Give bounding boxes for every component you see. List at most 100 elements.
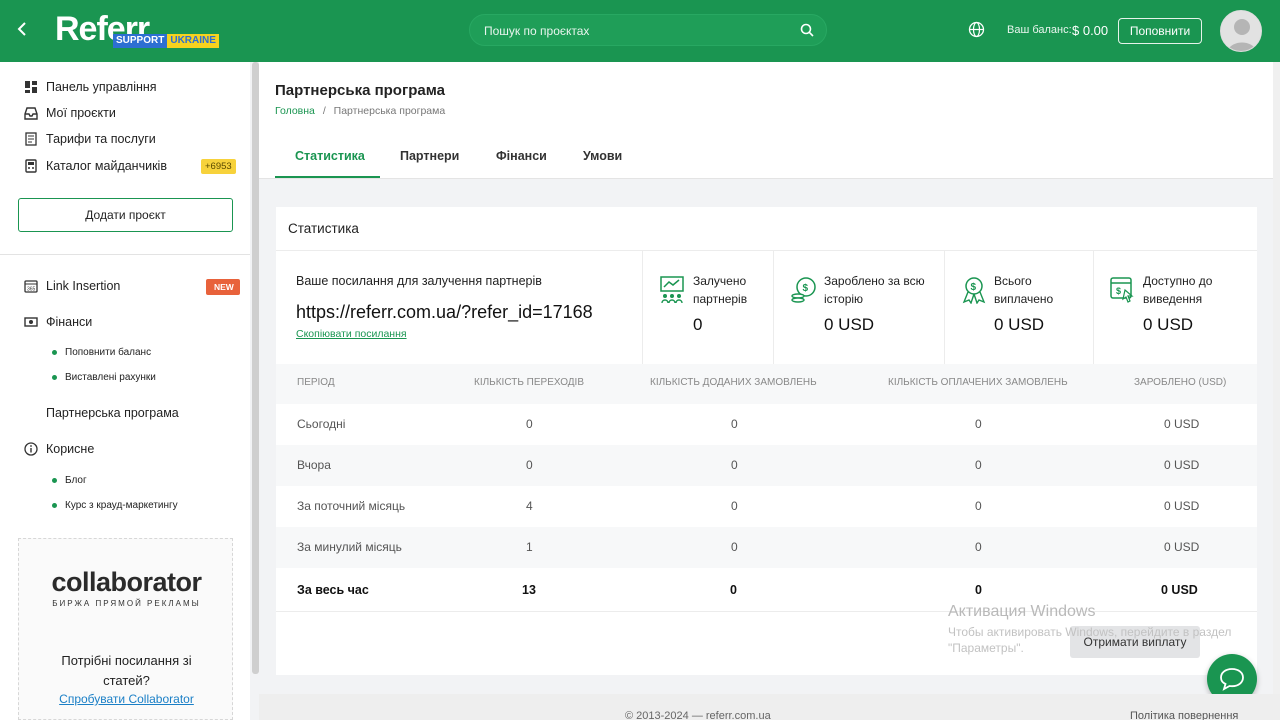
table-total-row bbox=[276, 568, 1257, 609]
sidebar-item-label: Фінанси bbox=[46, 315, 93, 329]
table-cell: 0 bbox=[526, 417, 533, 431]
table-row bbox=[276, 527, 1257, 568]
promo-question: Потрібні посилання зі статей? bbox=[61, 653, 192, 688]
catalog-icon bbox=[24, 159, 38, 173]
support-ukraine-badge: SUPPORT UKRAINE bbox=[113, 34, 219, 48]
table-cell: 0 USD bbox=[1164, 417, 1200, 431]
balance-value: $ 0.00 bbox=[1072, 23, 1109, 38]
stat-label: Всього виплачено bbox=[994, 272, 1053, 308]
stat-value: 0 USD bbox=[994, 315, 1045, 334]
table-cell: За поточний місяць bbox=[297, 499, 406, 513]
ref-link-value: https://referr.com.ua/?refer_id=17168 bbox=[296, 302, 593, 322]
globe-icon[interactable] bbox=[968, 21, 985, 41]
column-header: Кількість оплачених замовлень bbox=[888, 377, 1068, 388]
table-cell: 0 bbox=[975, 417, 982, 431]
windows-watermark-text: Чтобы активировать Windows, перейдите в … bbox=[948, 624, 1248, 656]
sidebar-item-dashboard[interactable]: Панель управління bbox=[24, 80, 157, 94]
table-cell: 0 bbox=[975, 458, 982, 472]
table-cell: 4 bbox=[526, 499, 533, 513]
back-arrow-icon[interactable] bbox=[16, 20, 28, 44]
sidebar-item-projects[interactable]: Мої проєкти bbox=[24, 106, 116, 120]
page-title: Партнерська програма bbox=[275, 82, 445, 99]
sidebar-divider bbox=[0, 254, 250, 255]
search-input[interactable]: Пошук по проєктах bbox=[469, 14, 827, 46]
footer-refund-link[interactable]: Політика повернення bbox=[1130, 710, 1238, 720]
add-project-button[interactable]: Додати проєкт bbox=[18, 198, 233, 232]
stat-divider bbox=[1093, 251, 1094, 364]
stat-value: 0 USD bbox=[824, 315, 875, 334]
table-cell: 0 bbox=[731, 540, 738, 554]
stat-label-line2: партнерів bbox=[693, 292, 748, 306]
column-header: Період bbox=[297, 377, 335, 388]
chat-bubble-icon bbox=[1220, 668, 1244, 691]
referr-logo[interactable]: Referr SUPPORT UKRAINE bbox=[55, 10, 225, 50]
collaborator-promo: collaborator БИРЖА ПРЯМОЙ РЕКЛАМЫ Потріб… bbox=[18, 538, 233, 720]
stat-label-line1: Доступно до bbox=[1143, 274, 1213, 288]
table-cell: 0 bbox=[731, 499, 738, 513]
sidebar-item-link-insertion[interactable]: 365 Link Insertion bbox=[24, 279, 120, 293]
tab-terms[interactable]: Умови bbox=[583, 149, 622, 163]
breadcrumb: Головна / Партнерська програма bbox=[275, 105, 445, 117]
breadcrumb-home-link[interactable]: Головна bbox=[275, 105, 315, 117]
table-cell: 0 USD bbox=[1164, 499, 1200, 513]
sidebar-item-useful[interactable]: Корисне bbox=[24, 442, 94, 456]
search-icon[interactable] bbox=[800, 23, 814, 40]
sidebar-scrollbar[interactable] bbox=[252, 62, 259, 674]
table-cell: 1 bbox=[526, 540, 533, 554]
calendar-icon: 365 bbox=[24, 279, 38, 293]
table-divider bbox=[276, 611, 1257, 612]
watermark-line1: Чтобы активировать Windows, перейдите в … bbox=[948, 625, 1232, 639]
table-cell: 0 USD bbox=[1164, 540, 1200, 554]
footer-copyright: © 2013-2024 — referr.com.ua bbox=[625, 710, 771, 720]
logo-support: SUPPORT bbox=[113, 34, 168, 48]
avatar[interactable] bbox=[1220, 10, 1262, 52]
sidebar-item-label: Панель управління bbox=[46, 80, 157, 94]
copy-link-button[interactable]: Скопіювати посилання bbox=[296, 328, 407, 340]
new-badge: NEW bbox=[206, 279, 240, 295]
sidebar-sub-topup[interactable]: Поповнити баланс bbox=[52, 347, 151, 358]
sidebar-item-label: Партнерська програма bbox=[46, 406, 179, 420]
sidebar-item-catalog[interactable]: Каталог майданчиків bbox=[24, 159, 167, 173]
column-header: Зароблено (USD) bbox=[1134, 377, 1227, 388]
topup-button[interactable]: Поповнити bbox=[1118, 18, 1202, 44]
stat-label-line2: виплачено bbox=[994, 292, 1054, 306]
logo-ukraine: UKRAINE bbox=[167, 34, 219, 48]
sidebar-sub-invoices[interactable]: Виставлені рахунки bbox=[52, 372, 156, 383]
table-cell: 0 bbox=[731, 458, 738, 472]
sidebar-item-partner-program[interactable]: Партнерська програма bbox=[24, 406, 179, 420]
table-row bbox=[276, 445, 1257, 486]
sidebar-item-label: Мої проєкти bbox=[46, 106, 116, 120]
page-scrollbar[interactable] bbox=[1273, 62, 1280, 694]
sidebar-sub-course[interactable]: Курс з крауд-маркетингу bbox=[52, 500, 178, 511]
svg-text:$: $ bbox=[1116, 286, 1121, 296]
money-icon bbox=[24, 315, 38, 329]
svg-text:$: $ bbox=[803, 283, 809, 294]
partners-icon bbox=[660, 276, 686, 304]
dashboard-icon bbox=[24, 80, 38, 94]
table-cell: Вчора bbox=[297, 458, 331, 472]
tab-partners[interactable]: Партнери bbox=[400, 149, 459, 163]
try-collaborator-link[interactable]: Спробувати Collaborator bbox=[19, 692, 234, 706]
table-cell: 0 bbox=[731, 417, 738, 431]
pricing-icon bbox=[24, 132, 38, 146]
breadcrumb-separator: / bbox=[322, 105, 326, 117]
balance-label: Ваш баланс: bbox=[1007, 24, 1072, 36]
table-cell: 0 USD bbox=[1164, 458, 1200, 472]
table-cell: Сьогодні bbox=[297, 417, 346, 431]
search-placeholder: Пошук по проєктах bbox=[484, 24, 590, 38]
tab-statistics[interactable]: Статистика bbox=[295, 149, 365, 163]
tab-finance[interactable]: Фінанси bbox=[496, 149, 547, 163]
svg-text:365: 365 bbox=[27, 287, 36, 293]
award-icon: $ bbox=[961, 276, 987, 305]
total-cell: 0 bbox=[730, 583, 737, 597]
watermark-line2: "Параметры". bbox=[948, 641, 1024, 655]
collaborator-tagline: БИРЖА ПРЯМОЙ РЕКЛАМЫ bbox=[52, 599, 201, 608]
sidebar-item-pricing[interactable]: Тарифи та послуги bbox=[24, 132, 156, 146]
stat-divider bbox=[944, 251, 945, 364]
total-cell: За весь час bbox=[297, 583, 369, 597]
sidebar-sub-blog[interactable]: Блог bbox=[52, 475, 87, 486]
sidebar-item-finance[interactable]: Фінанси bbox=[24, 315, 92, 329]
stat-divider bbox=[642, 251, 643, 364]
total-cell: 13 bbox=[522, 583, 536, 597]
table-cell: За минулий місяць bbox=[297, 540, 402, 554]
